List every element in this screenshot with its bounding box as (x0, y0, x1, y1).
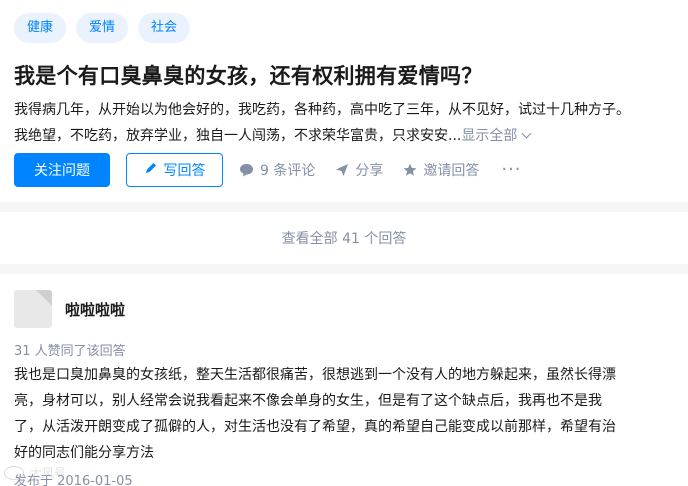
show-all-button[interactable]: 显示全部 (461, 128, 532, 144)
topic-tag-love[interactable]: 爱情 (76, 13, 129, 43)
avatar[interactable] (14, 290, 52, 328)
question-detail-line: 我得病几年，从开始以为他会好的，我吃药，各种药，高中吃了三年，从不见好，试过十几… (14, 102, 630, 118)
comment-icon (239, 163, 254, 177)
share-label: 分享 (355, 163, 384, 179)
comments-button[interactable]: 9 条评论 (239, 160, 315, 180)
more-options-button[interactable]: ··· (501, 161, 521, 179)
write-answer-label: 写回答 (163, 163, 206, 179)
follow-question-button[interactable]: 关注问题 (14, 153, 110, 187)
chevron-down-icon (521, 128, 532, 139)
question-card: 健康 爱情 社会 我是个有口臭鼻臭的女孩，还有权利拥有爱情吗？ 我得病几年，从开… (0, 0, 688, 202)
show-all-label: 显示全部 (461, 128, 518, 144)
invite-answer-label: 邀请回答 (423, 163, 480, 179)
comments-label: 9 条评论 (260, 163, 316, 179)
topic-list: 健康 爱情 社会 (14, 13, 191, 43)
pencil-icon (144, 161, 158, 179)
write-answer-button[interactable]: 写回答 (126, 153, 223, 187)
share-button[interactable]: 分享 (335, 160, 383, 180)
upvote-count: 31 人赞同了该回答 (14, 344, 126, 359)
view-all-answers-bar: 查看全部 41 个回答 (0, 212, 688, 264)
question-title[interactable]: 我是个有口臭鼻臭的女孩，还有权利拥有爱情吗？ (14, 60, 483, 90)
invite-answer-button[interactable]: 邀请回答 (403, 160, 479, 180)
answer-line: 好的同志们能分享方法 (14, 445, 154, 461)
watermark-text: 大风号 (30, 466, 67, 480)
author-name[interactable]: 啦啦啦啦 (65, 299, 125, 320)
topic-tag-society[interactable]: 社会 (138, 13, 191, 43)
topic-tag-health[interactable]: 健康 (14, 13, 67, 43)
answer-line: 亮，身材可以，别人经常会说我看起来不像会单身的女生，但是有了这个缺点后，我再也不… (14, 393, 602, 409)
watermark: 大风号 (4, 464, 66, 481)
question-detail-excerpt: 我绝望，不吃药，放弃学业，独自一人闯荡，不求荣华富贵，只求安安... (14, 128, 462, 144)
question-detail-line: 我绝望，不吃药，放弃学业，独自一人闯荡，不求荣华富贵，只求安安...显示全部 (14, 123, 678, 149)
answer-line: 我也是口臭加鼻臭的女孩纸，整天生活都很痛苦，很想逃到一个没有人的地方躲起来，虽然… (14, 367, 616, 383)
share-icon (335, 163, 349, 177)
watermark-logo-icon (4, 465, 24, 480)
question-detail: 我得病几年，从开始以为他会好的，我吃药，各种药，高中吃了三年，从不见好，试过十几… (14, 97, 678, 149)
star-icon (403, 163, 417, 177)
answer-body: 我也是口臭加鼻臭的女孩纸，整天生活都很痛苦，很想逃到一个没有人的地方躲起来，虽然… (14, 362, 678, 466)
avatar-shape (36, 290, 52, 306)
view-all-answers-link[interactable]: 查看全部 41 个回答 (282, 228, 407, 248)
answer-line: 了，从活泼开朗变成了孤僻的人，对生活也没有了希望，真的希望自己能变成以前那样，希… (14, 419, 616, 435)
question-actions: 关注问题 写回答 9 条评论 分享 邀请回答 ··· (14, 153, 522, 187)
answer-card: 啦啦啦啦 31 人赞同了该回答 我也是口臭加鼻臭的女孩纸，整天生活都很痛苦，很想… (0, 274, 688, 486)
